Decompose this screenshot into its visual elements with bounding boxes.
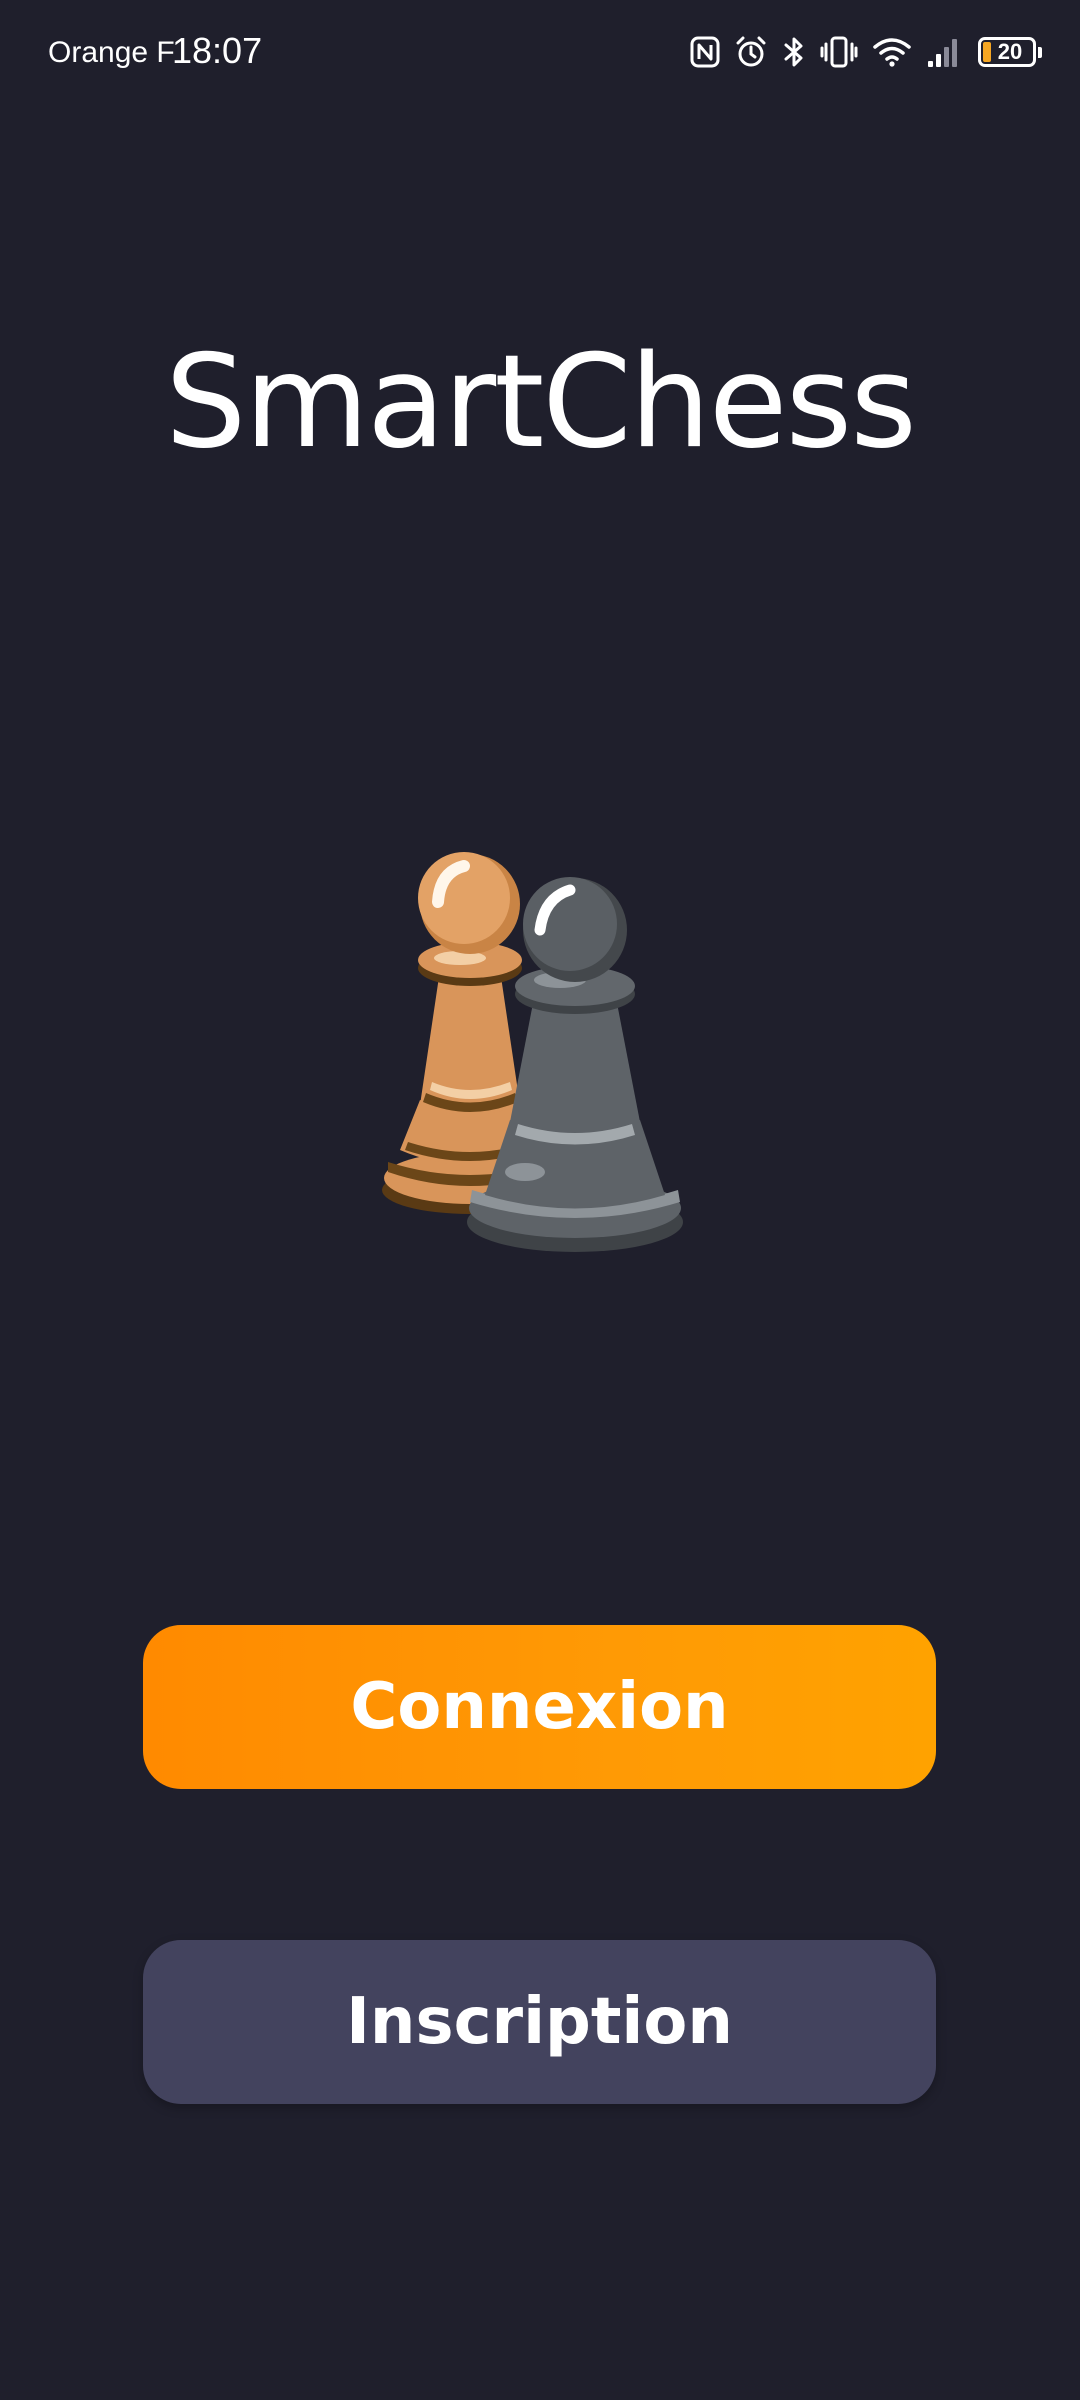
wifi-icon: [872, 36, 912, 68]
status-icons: 20: [690, 30, 1042, 74]
signal-icon: [926, 35, 964, 69]
vibrate-icon: [820, 35, 858, 69]
login-button[interactable]: Connexion: [143, 1625, 936, 1789]
status-bar: Orange F 18:07 20: [0, 0, 1080, 104]
app-title: SmartChess: [165, 328, 917, 477]
battery-level: 20: [997, 39, 1023, 64]
alarm-icon: [734, 35, 768, 69]
battery-icon: 20: [978, 37, 1042, 67]
carrier-name: Orange F: [48, 36, 175, 69]
status-time: 18:07: [172, 30, 263, 71]
bluetooth-icon: [782, 35, 806, 69]
nfc-icon: [690, 36, 720, 68]
chess-pawns-icon: [360, 850, 720, 1280]
signup-button[interactable]: Inscription: [143, 1940, 936, 2104]
